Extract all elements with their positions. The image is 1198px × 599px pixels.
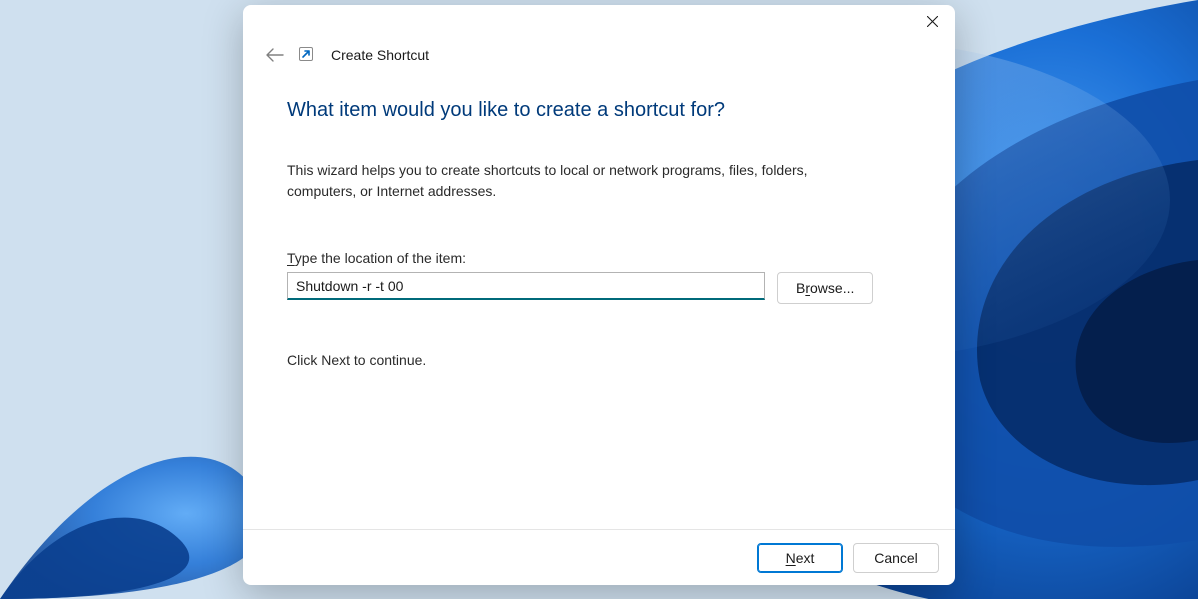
- browse-button[interactable]: Browse...: [777, 272, 873, 304]
- dialog-footer: Next Cancel: [243, 529, 955, 585]
- dialog-content: What item would you like to create a sho…: [243, 67, 955, 529]
- back-arrow-icon: [266, 48, 284, 62]
- location-row: Browse...: [287, 272, 911, 304]
- close-icon: [927, 16, 938, 27]
- location-label: Type the location of the item:: [287, 250, 911, 266]
- cancel-button[interactable]: Cancel: [853, 543, 939, 573]
- continue-instruction: Click Next to continue.: [287, 352, 911, 368]
- back-button[interactable]: [263, 43, 287, 67]
- close-button[interactable]: [909, 5, 955, 37]
- next-button[interactable]: Next: [757, 543, 843, 573]
- create-shortcut-dialog: Create Shortcut What item would you like…: [243, 5, 955, 585]
- location-input[interactable]: [287, 272, 765, 300]
- dialog-titlebar: [243, 5, 955, 45]
- wizard-description: This wizard helps you to create shortcut…: [287, 160, 847, 202]
- shortcut-overlay-icon: [299, 47, 315, 63]
- page-heading: What item would you like to create a sho…: [287, 99, 911, 122]
- wizard-title: Create Shortcut: [331, 47, 429, 63]
